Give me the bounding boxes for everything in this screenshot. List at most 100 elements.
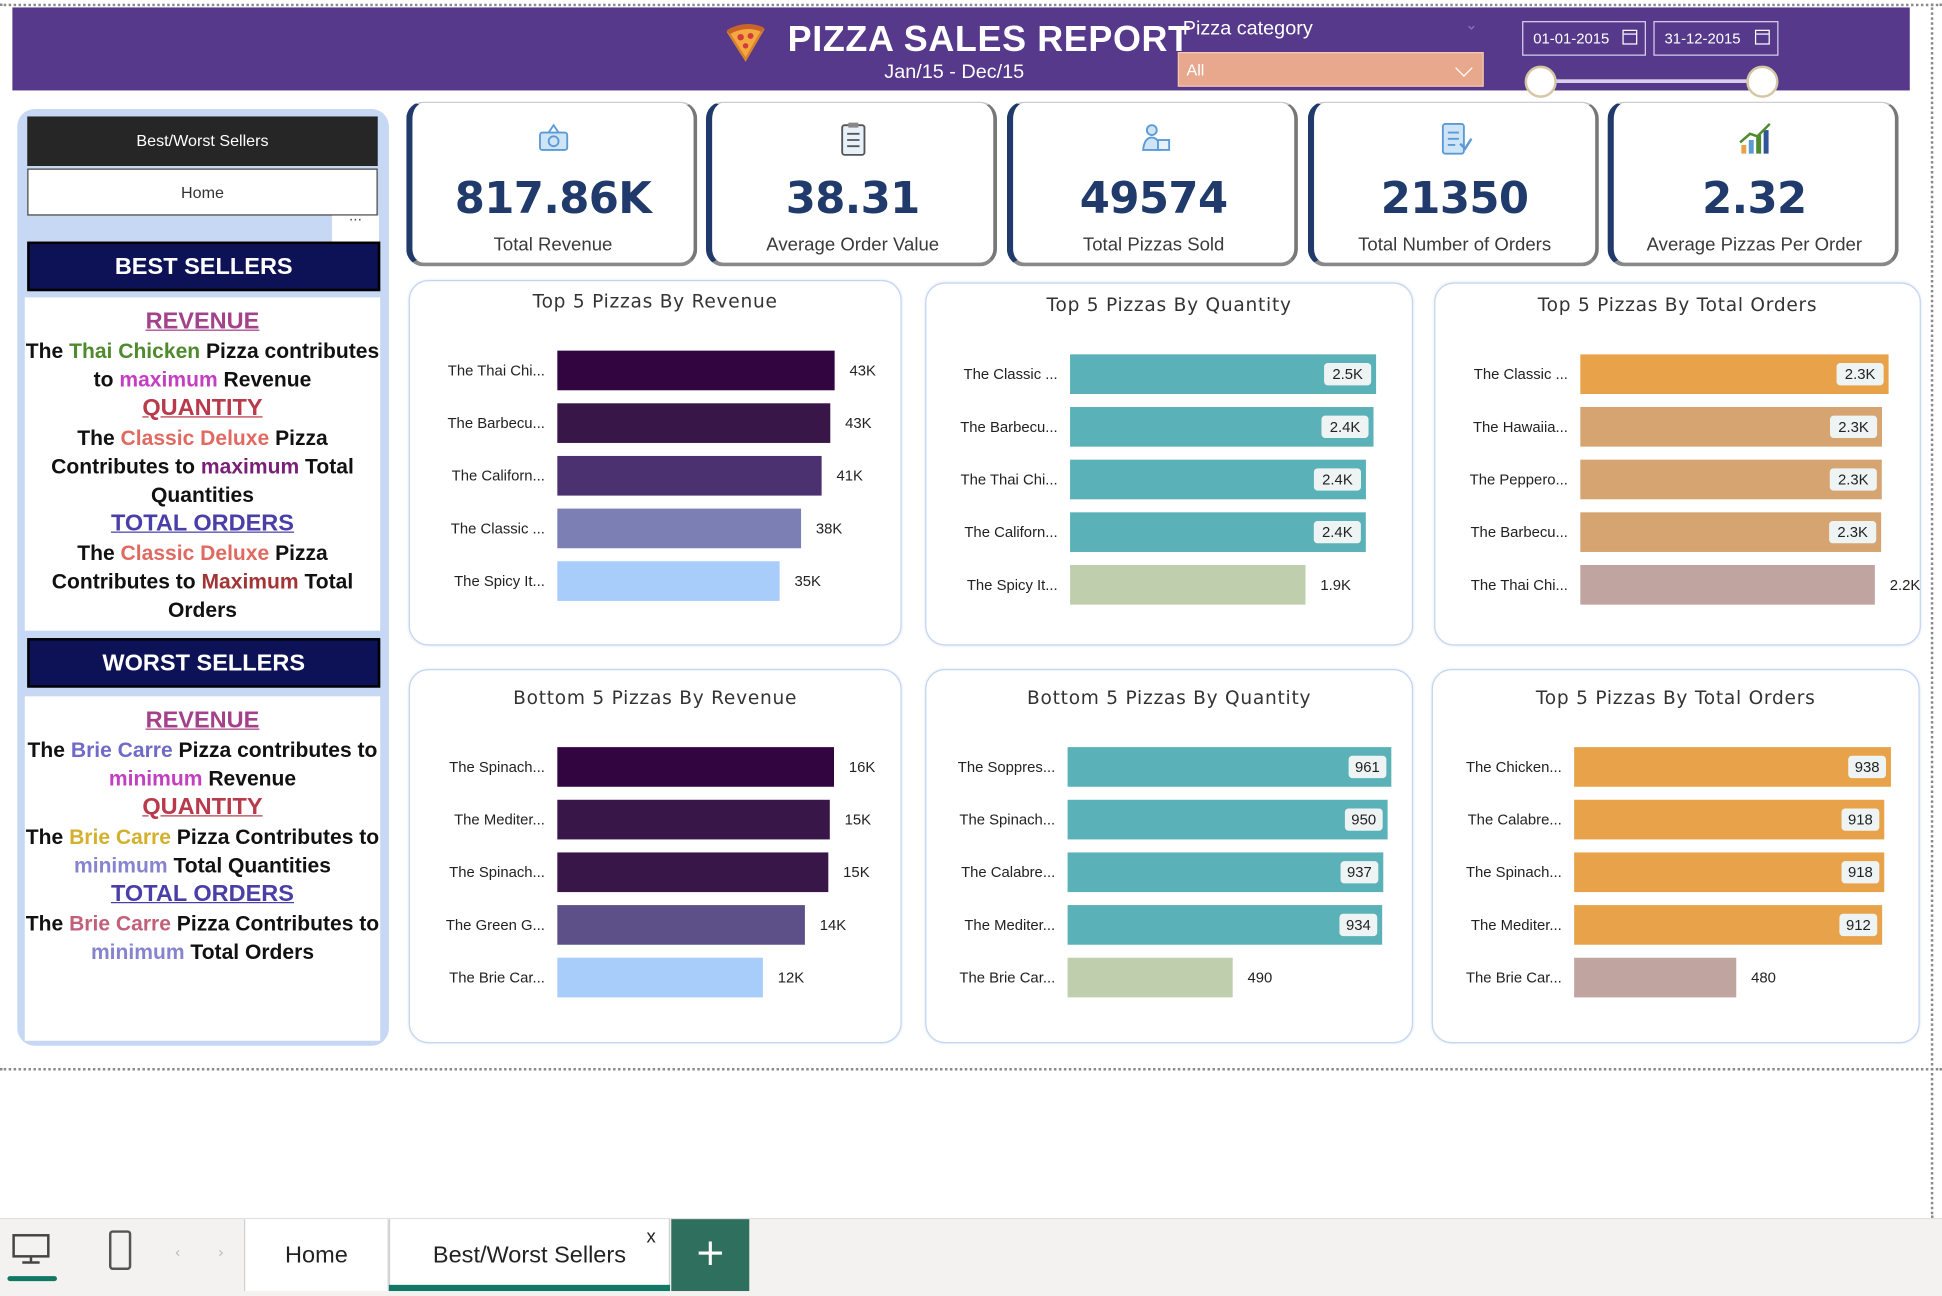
best-quantity-heading: QUANTITY — [142, 395, 263, 422]
data-label: 934 — [1346, 918, 1371, 934]
kpi-card-average-pizzas-per-order: 2.32 Average Pizzas Per Order — [1607, 101, 1899, 267]
bar[interactable] — [1574, 957, 1737, 998]
worst-revenue-text: The Brie Carre Pizza contributes to mini… — [27, 738, 378, 791]
bar[interactable] — [557, 747, 835, 787]
best-orders-pizza: Classic Deluxe — [120, 541, 270, 565]
close-tab-icon[interactable]: x — [646, 1227, 655, 1248]
add-page-button[interactable]: + — [671, 1219, 750, 1292]
data-label: 912 — [1846, 918, 1871, 934]
kpi-label: Total Revenue — [493, 234, 613, 256]
best-quantity-text: The Classic Deluxe Pizza Contributes to … — [51, 426, 354, 507]
canvas-border-right — [1930, 3, 1934, 1218]
best-orders-text: The Classic Deluxe Pizza Contributes to … — [51, 541, 354, 622]
bar[interactable] — [557, 350, 835, 391]
bar[interactable] — [557, 403, 831, 443]
worst-revenue-heading: REVENUE — [145, 707, 260, 734]
bar[interactable] — [1067, 799, 1388, 840]
bar[interactable] — [1574, 799, 1885, 840]
category-label: The Barbecu... — [1470, 525, 1567, 541]
report-title: PIZZA SALES REPORT — [787, 19, 1191, 60]
date-slider-start-handle[interactable] — [1524, 65, 1557, 98]
category-label: The Thai Chi... — [1471, 578, 1568, 594]
best-quantity-pizza: Classic Deluxe — [120, 426, 270, 450]
chart-bottom5-total-orders: Top 5 Pizzas By Total Orders The Chicken… — [1431, 669, 1920, 1044]
data-label: 14K — [820, 918, 847, 934]
data-label: 918 — [1848, 813, 1873, 829]
bar[interactable] — [557, 508, 802, 549]
chart-top5-revenue: Top 5 Pizzas By Revenue The Thai Chi... 4… — [408, 280, 902, 646]
worst-orders-pizza: Brie Carre — [69, 911, 171, 936]
worst-quantity-pizza: Brie Carre — [69, 825, 171, 849]
tab-best-worst-sellers[interactable]: Best/Worst Sellers — [388, 1219, 671, 1292]
category-label: The Barbecu... — [960, 420, 1057, 436]
bar[interactable] — [557, 561, 780, 601]
bar[interactable] — [1070, 564, 1306, 605]
category-label: The Spicy It... — [967, 578, 1058, 594]
category-label: The Californ... — [964, 525, 1057, 541]
bar[interactable] — [1580, 564, 1875, 605]
category-label: The Barbecu... — [447, 416, 544, 432]
bar[interactable] — [1067, 957, 1233, 998]
chart-plot-area: The Soppres... 961 The Spinach... 950 The Ca… — [958, 747, 1392, 998]
kpi-card-total-orders: 21350 Total Number of Orders — [1307, 101, 1599, 267]
bar[interactable] — [557, 455, 822, 496]
bar[interactable] — [1574, 747, 1891, 787]
chart-bottom5-revenue: Bottom 5 Pizzas By Revenue The Spinach..… — [408, 669, 902, 1044]
mobile-view-icon[interactable] — [108, 1230, 132, 1270]
next-page-arrow[interactable]: › — [218, 1244, 224, 1261]
bar[interactable] — [1574, 852, 1885, 893]
bar[interactable] — [557, 957, 763, 998]
worst-orders-heading: TOTAL ORDERS — [110, 880, 295, 907]
bar[interactable] — [1574, 905, 1883, 945]
kpi-label: Total Number of Orders — [1358, 234, 1552, 256]
category-label: The Thai Chi... — [961, 472, 1058, 488]
bar[interactable] — [1067, 747, 1392, 787]
best-revenue-text: The Thai Chicken Pizza contributes to ma… — [25, 339, 380, 392]
category-label: The Spinach... — [959, 813, 1055, 829]
data-label: 2.3K — [1845, 367, 1876, 383]
category-label: The Thai Chi... — [448, 363, 545, 379]
kpi-label: Average Order Value — [766, 234, 940, 256]
growth-chart-icon — [1738, 123, 1771, 154]
calendar-icon — [1754, 29, 1770, 45]
end-date-input[interactable]: 31-12-2015 — [1653, 21, 1779, 56]
category-label: The Soppres... — [958, 760, 1055, 776]
bar[interactable] — [557, 852, 829, 893]
desktop-view-icon[interactable] — [10, 1233, 52, 1265]
category-label: The Green G... — [446, 918, 545, 934]
category-dropdown[interactable]: All — [1177, 52, 1484, 87]
date-range-slider-track[interactable] — [1540, 79, 1764, 84]
bar[interactable] — [1067, 852, 1384, 893]
kpi-card-total-revenue: 817.86K Total Revenue — [406, 101, 698, 267]
best-worst-sellers-button[interactable]: Best/Worst Sellers — [27, 116, 378, 167]
order-list-icon — [1441, 122, 1472, 155]
best-orders-heading: TOTAL ORDERS — [110, 510, 295, 537]
category-label: The Brie Car... — [449, 971, 545, 987]
previous-page-arrow[interactable]: ‹ — [175, 1244, 181, 1261]
kpi-label: Average Pizzas Per Order — [1646, 234, 1863, 256]
worst-quantity-text: The Brie Carre Pizza Contributes to mini… — [25, 825, 380, 878]
category-label: The Mediter... — [454, 813, 545, 829]
bar[interactable] — [1067, 905, 1383, 945]
tab-home[interactable]: Home — [243, 1219, 389, 1292]
kpi-label: Total Pizzas Sold — [1082, 234, 1225, 256]
category-label: The Chicken... — [1466, 760, 1562, 776]
data-label: 2.5K — [1332, 367, 1363, 383]
chart-top5-quantity: Top 5 Pizzas By Quantity The Classic ...… — [925, 282, 1414, 646]
chart-top5-total-orders: Top 5 Pizzas By Total Orders The Classic… — [1434, 282, 1921, 646]
home-button[interactable]: Home — [27, 168, 378, 216]
more-options-icon[interactable]: ··· — [331, 213, 379, 243]
category-label: The Spinach... — [449, 760, 545, 776]
bar[interactable] — [557, 799, 830, 840]
start-date-input[interactable]: 01-01-2015 — [1522, 21, 1646, 56]
category-label: The Peppero... — [1470, 472, 1568, 488]
report-canvas: PIZZA SALES REPORT Jan/15 - Dec/15 Pizza… — [0, 0, 1942, 1296]
data-label: 961 — [1355, 760, 1380, 776]
data-label: 2.4K — [1322, 472, 1353, 488]
bar[interactable] — [557, 905, 805, 945]
kpi-value: 21350 — [1380, 174, 1529, 225]
data-label: 2.2K — [1890, 578, 1921, 594]
date-slider-end-handle[interactable] — [1746, 65, 1779, 98]
worst-quantity-heading: QUANTITY — [142, 794, 263, 821]
active-tab-indicator — [388, 1284, 671, 1292]
